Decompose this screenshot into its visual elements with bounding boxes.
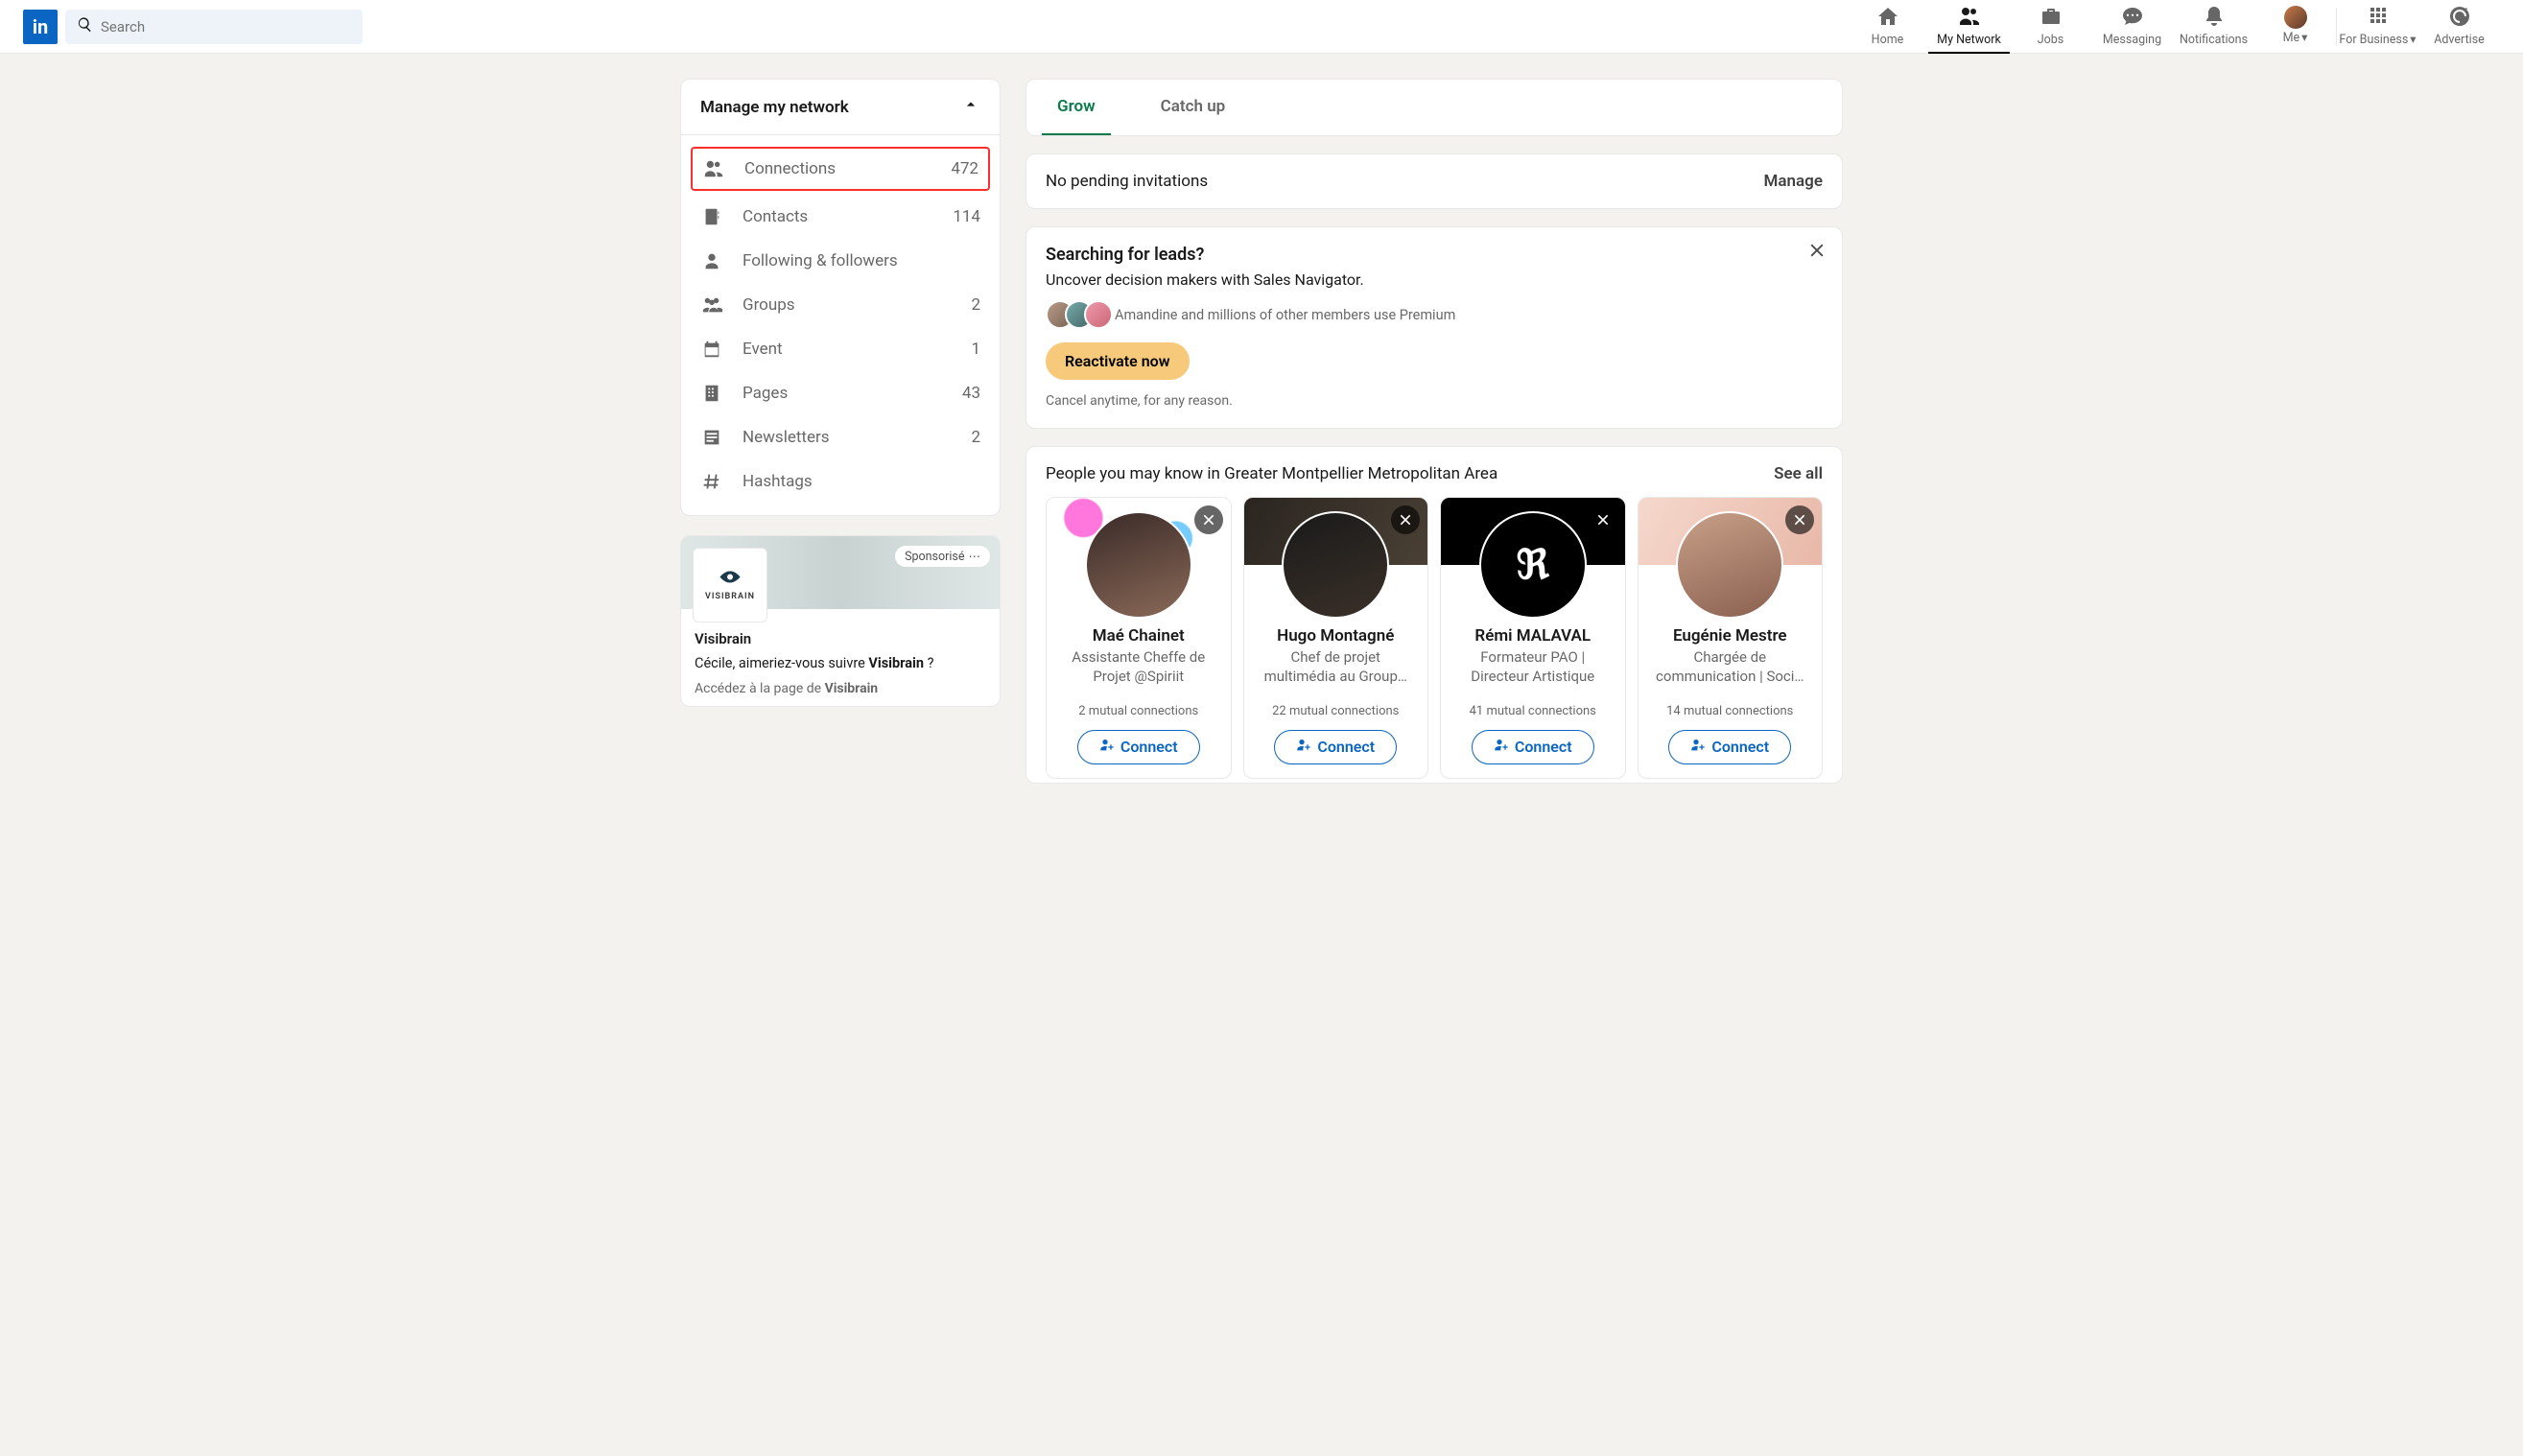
people-icon <box>1958 5 1981 33</box>
bell-icon <box>2203 5 2226 33</box>
home-icon <box>1876 5 1899 33</box>
top-nav: in Home My Network Jobs Messaging Notifi… <box>0 0 2523 54</box>
invitations-card: No pending invitations Manage <box>1026 153 1843 209</box>
mutual-connections: 22 mutual connections <box>1244 687 1428 730</box>
person-icon <box>700 250 723 271</box>
calendar-icon <box>700 339 723 360</box>
connect-icon <box>1296 738 1311 757</box>
connect-icon <box>1690 738 1706 757</box>
sidebar-item-newsletters[interactable]: Newsletters 2 <box>681 415 1000 459</box>
close-icon[interactable] <box>1807 241 1827 264</box>
search-icon <box>77 16 93 36</box>
nav-items: Home My Network Jobs Messaging Notificat… <box>1847 0 2500 54</box>
connect-button[interactable]: Connect <box>1472 730 1594 764</box>
target-icon <box>2448 5 2471 33</box>
connect-button[interactable]: Connect <box>1077 730 1200 764</box>
facepile-text: Amandine and millions of other members u… <box>1115 307 1455 323</box>
linkedin-logo[interactable]: in <box>23 10 58 44</box>
leads-title: Searching for leads? <box>1046 245 1823 265</box>
ad-banner: VISIBRAIN Sponsorisé ⋯ <box>681 536 1000 609</box>
nav-notifications[interactable]: Notifications <box>2173 0 2254 54</box>
chat-icon <box>2121 5 2144 33</box>
manage-invitations-link[interactable]: Manage <box>1764 172 1823 191</box>
person-role: Formateur PAO | Directeur Artistique <box>1441 646 1625 687</box>
search-input[interactable] <box>101 18 351 35</box>
people-icon <box>702 158 725 179</box>
nav-home[interactable]: Home <box>1847 0 1928 54</box>
person-name[interactable]: Hugo Montagné <box>1244 626 1428 646</box>
dismiss-button[interactable] <box>1194 505 1223 534</box>
dismiss-button[interactable] <box>1589 505 1617 534</box>
chevron-up-icon <box>961 95 980 119</box>
sidebar-toggle[interactable]: Manage my network <box>681 80 1000 134</box>
leads-card: Searching for leads? Uncover decision ma… <box>1026 226 1843 429</box>
person-name[interactable]: Rémi MALAVAL <box>1441 626 1625 646</box>
sidebar-item-groups[interactable]: Groups 2 <box>681 283 1000 327</box>
nav-advertise[interactable]: Advertise <box>2418 0 2500 54</box>
hashtag-icon <box>700 471 723 492</box>
sponsored-card: VISIBRAIN Sponsorisé ⋯ Visibrain Cécile,… <box>680 535 1001 707</box>
ad-title: Visibrain <box>695 630 986 647</box>
pymk-card: People you may know in Greater Montpelli… <box>1026 446 1843 784</box>
mutual-connections: 41 mutual connections <box>1441 687 1625 730</box>
nav-messaging[interactable]: Messaging <box>2091 0 2173 54</box>
person-card: Maé Chainet Assistante Cheffe de Projet … <box>1046 497 1232 779</box>
connect-button[interactable]: Connect <box>1668 730 1791 764</box>
sidebar-item-contacts[interactable]: Contacts 114 <box>681 195 1000 239</box>
connect-icon <box>1494 738 1509 757</box>
ad-logo[interactable]: VISIBRAIN <box>693 548 767 622</box>
tab-catchup[interactable]: Catch up <box>1145 80 1241 135</box>
person-role: Assistante Cheffe de Projet @Spiriit <box>1047 646 1231 687</box>
person-name[interactable]: Eugénie Mestre <box>1639 626 1823 646</box>
grid-icon <box>2367 4 2390 32</box>
avatar <box>2284 6 2307 29</box>
contacts-icon <box>700 206 723 227</box>
person-role: Chef de projet multimédia au Group… <box>1244 646 1428 687</box>
reactivate-button[interactable]: Reactivate now <box>1046 342 1190 380</box>
connect-button[interactable]: Connect <box>1274 730 1397 764</box>
ad-subtext: Accédez à la page de Visibrain <box>695 681 986 696</box>
sidebar-item-hashtags[interactable]: Hashtags <box>681 459 1000 504</box>
building-icon <box>700 383 723 404</box>
caret-down-icon: ▾ <box>2301 30 2307 45</box>
sidebar-item-event[interactable]: Event 1 <box>681 327 1000 371</box>
nav-network[interactable]: My Network <box>1928 0 2010 54</box>
person-card: Hugo Montagné Chef de projet multimédia … <box>1243 497 1429 779</box>
sidebar-item-following[interactable]: Following & followers <box>681 239 1000 283</box>
sidebar-item-pages[interactable]: Pages 43 <box>681 371 1000 415</box>
dismiss-button[interactable] <box>1785 505 1814 534</box>
groups-icon <box>700 294 723 316</box>
manage-network-card: Manage my network Connections 472 Contac… <box>680 79 1001 516</box>
facepile <box>1046 300 1103 329</box>
invitations-title: No pending invitations <box>1046 172 1208 191</box>
person-name[interactable]: Maé Chainet <box>1047 626 1231 646</box>
person-card: ℜ Rémi MALAVAL Formateur PAO | Directeur… <box>1440 497 1626 779</box>
briefcase-icon <box>2040 5 2063 33</box>
cancel-note: Cancel anytime, for any reason. <box>1046 393 1823 409</box>
nav-jobs[interactable]: Jobs <box>2010 0 2091 54</box>
tabs-card: Grow Catch up <box>1026 79 1843 136</box>
leads-subtitle: Uncover decision makers with Sales Navig… <box>1046 270 1823 289</box>
person-card: Eugénie Mestre Chargée de communication … <box>1638 497 1824 779</box>
mutual-connections: 2 mutual connections <box>1047 687 1231 730</box>
caret-down-icon: ▾ <box>2410 32 2416 47</box>
connect-icon <box>1099 738 1115 757</box>
ad-text: Cécile, aimeriez-vous suivre Visibrain ? <box>695 655 986 671</box>
see-all-link[interactable]: See all <box>1774 464 1823 483</box>
nav-me[interactable]: Me▾ <box>2254 0 2336 54</box>
sidebar-item-connections[interactable]: Connections 472 <box>691 147 990 191</box>
more-icon: ⋯ <box>969 549 981 564</box>
search-box[interactable] <box>65 10 363 44</box>
newsletter-icon <box>700 427 723 448</box>
tab-grow[interactable]: Grow <box>1042 80 1111 135</box>
dismiss-button[interactable] <box>1391 505 1420 534</box>
sponsored-badge[interactable]: Sponsorisé ⋯ <box>895 546 990 567</box>
person-role: Chargée de communication | Soci… <box>1639 646 1823 687</box>
mutual-connections: 14 mutual connections <box>1639 687 1823 730</box>
nav-business[interactable]: For Business▾ <box>2337 0 2418 54</box>
pymk-title: People you may know in Greater Montpelli… <box>1046 464 1497 483</box>
